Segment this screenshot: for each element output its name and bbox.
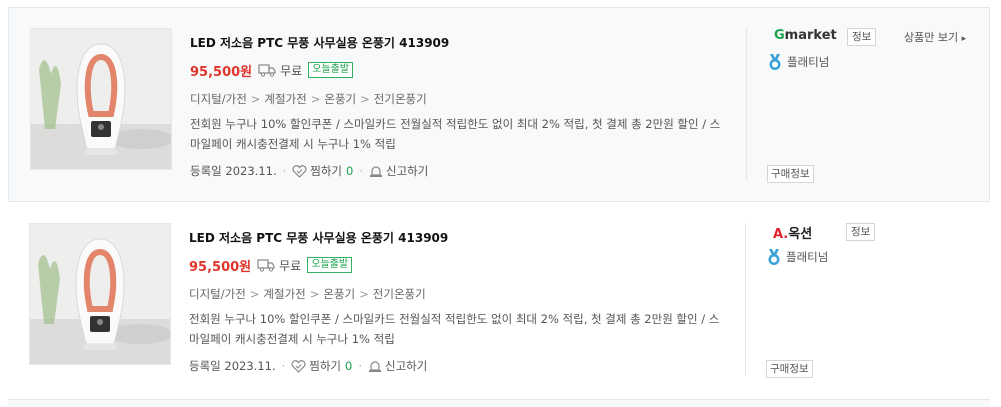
shipping-fee: 무료: [279, 258, 302, 273]
report-label: 신고하기: [386, 164, 429, 178]
report-button[interactable]: 신고하기: [368, 358, 427, 374]
breadcrumb-separator: >: [309, 287, 320, 301]
purchase-info-button[interactable]: 구매정보: [766, 360, 813, 378]
wishlist-count: 0: [345, 359, 353, 373]
platinum-grade: 플래티넘: [767, 53, 829, 71]
wishlist-label: 찜하기: [309, 359, 342, 373]
product-card: LED 저소음 PTC 무풍 사무실용 온풍기 413909 95,500원 무…: [8, 203, 990, 395]
category-link[interactable]: 계절가전: [264, 92, 306, 106]
price-row: 95,500원 무료 오늘출발: [189, 255, 353, 275]
column-divider: [745, 223, 746, 376]
product-title[interactable]: LED 저소음 PTC 무풍 사무실용 온풍기 413909: [189, 229, 448, 246]
price-row: 95,500원 무료 오늘출발: [190, 60, 354, 80]
breadcrumb-separator: >: [310, 92, 321, 106]
meta-dot: ·: [358, 359, 362, 373]
product-title[interactable]: LED 저소음 PTC 무풍 사무실용 온풍기 413909: [190, 34, 449, 51]
category-link[interactable]: 온풍기: [324, 92, 356, 106]
seller-info-button[interactable]: 정보: [847, 28, 877, 46]
wishlist-label: 찜하기: [310, 164, 343, 178]
wishlist-button[interactable]: 찜하기 0: [291, 358, 352, 374]
category-link[interactable]: 계절가전: [263, 287, 305, 301]
report-label: 신고하기: [385, 359, 428, 373]
medal-icon: [768, 249, 780, 265]
today-shipping-badge: 오늘출발: [308, 62, 354, 78]
heart-icon: [292, 164, 307, 178]
meta-dot: ·: [359, 164, 363, 178]
product-description: 전회원 누구나 10% 할인쿠폰 / 스마일카드 전월실적 적립한도 없이 최대…: [190, 117, 721, 151]
breadcrumb-separator: >: [250, 92, 261, 106]
category-link[interactable]: 디지털/가전: [190, 92, 247, 106]
logo-mark: G: [774, 28, 785, 43]
shipping-fee: 무료: [280, 63, 303, 78]
truck-icon: [258, 64, 276, 77]
registered-date: 등록일 2023.11.: [189, 359, 276, 373]
product-description: 전회원 누구나 10% 할인쿠폰 / 스마일카드 전월실적 적립한도 없이 최대…: [189, 312, 720, 346]
price: 95,500원: [189, 259, 252, 275]
category-link[interactable]: 디지털/가전: [189, 287, 246, 301]
product-card: LED 저소음 PTC 무풍 사무실용 온풍기 413909 95,500원 무…: [8, 7, 990, 202]
chevron-right-icon: ▸: [961, 34, 967, 44]
category-link[interactable]: 전기온풍기: [373, 287, 426, 301]
meta-dot: ·: [282, 164, 287, 178]
breadcrumb-separator: >: [249, 287, 260, 301]
logo-mark: A.: [773, 227, 789, 242]
platinum-grade: 플래티넘: [766, 248, 828, 266]
siren-icon: [370, 165, 382, 177]
grade-label: 플래티넘: [786, 250, 829, 264]
seller-panel: A.옥션 정보 플래티넘 구매정보: [766, 223, 976, 379]
meta-dot: ·: [281, 359, 286, 373]
breadcrumb-separator: >: [360, 92, 370, 106]
wishlist-count: 0: [346, 164, 354, 178]
product-meta: 등록일 2023.11. · 찜하기 0 · 신고하기: [189, 358, 427, 374]
truck-icon: [257, 259, 275, 272]
seller-panel: Gmarket 정보 상품만 보기 ▸ 플래티넘 구매정보: [767, 28, 977, 184]
breadcrumb-separator: >: [359, 287, 369, 301]
view-product-only-link[interactable]: 상품만 보기 ▸: [904, 29, 966, 45]
view-only-label: 상품만 보기: [904, 31, 959, 44]
column-divider: [746, 28, 747, 181]
price: 95,500원: [190, 64, 253, 80]
category-link[interactable]: 전기온풍기: [374, 92, 427, 106]
heater-image: [30, 224, 170, 364]
breadcrumb: 디지털/가전 > 계절가전 > 온풍기 > 전기온풍기: [190, 91, 427, 107]
siren-icon: [369, 360, 381, 372]
logo-text: market: [784, 28, 837, 43]
purchase-info-button[interactable]: 구매정보: [767, 165, 814, 183]
heart-icon: [291, 359, 306, 373]
today-shipping-badge: 오늘출발: [307, 257, 353, 273]
grade-label: 플래티넘: [787, 55, 830, 69]
registered-date: 등록일 2023.11.: [190, 164, 277, 178]
heater-image: [31, 29, 171, 169]
logo-text: 옥션: [788, 227, 813, 242]
product-image[interactable]: [30, 28, 172, 170]
category-link[interactable]: 온풍기: [323, 287, 355, 301]
auction-logo[interactable]: A.옥션: [773, 223, 812, 242]
gmarket-logo[interactable]: Gmarket: [774, 28, 837, 43]
breadcrumb: 디지털/가전 > 계절가전 > 온풍기 > 전기온풍기: [189, 286, 426, 302]
seller-info-button[interactable]: 정보: [846, 223, 876, 241]
wishlist-button[interactable]: 찜하기 0: [292, 163, 353, 179]
medal-icon: [769, 54, 781, 70]
report-button[interactable]: 신고하기: [369, 163, 428, 179]
product-meta: 등록일 2023.11. · 찜하기 0 · 신고하기: [190, 163, 428, 179]
product-image[interactable]: [29, 223, 171, 365]
